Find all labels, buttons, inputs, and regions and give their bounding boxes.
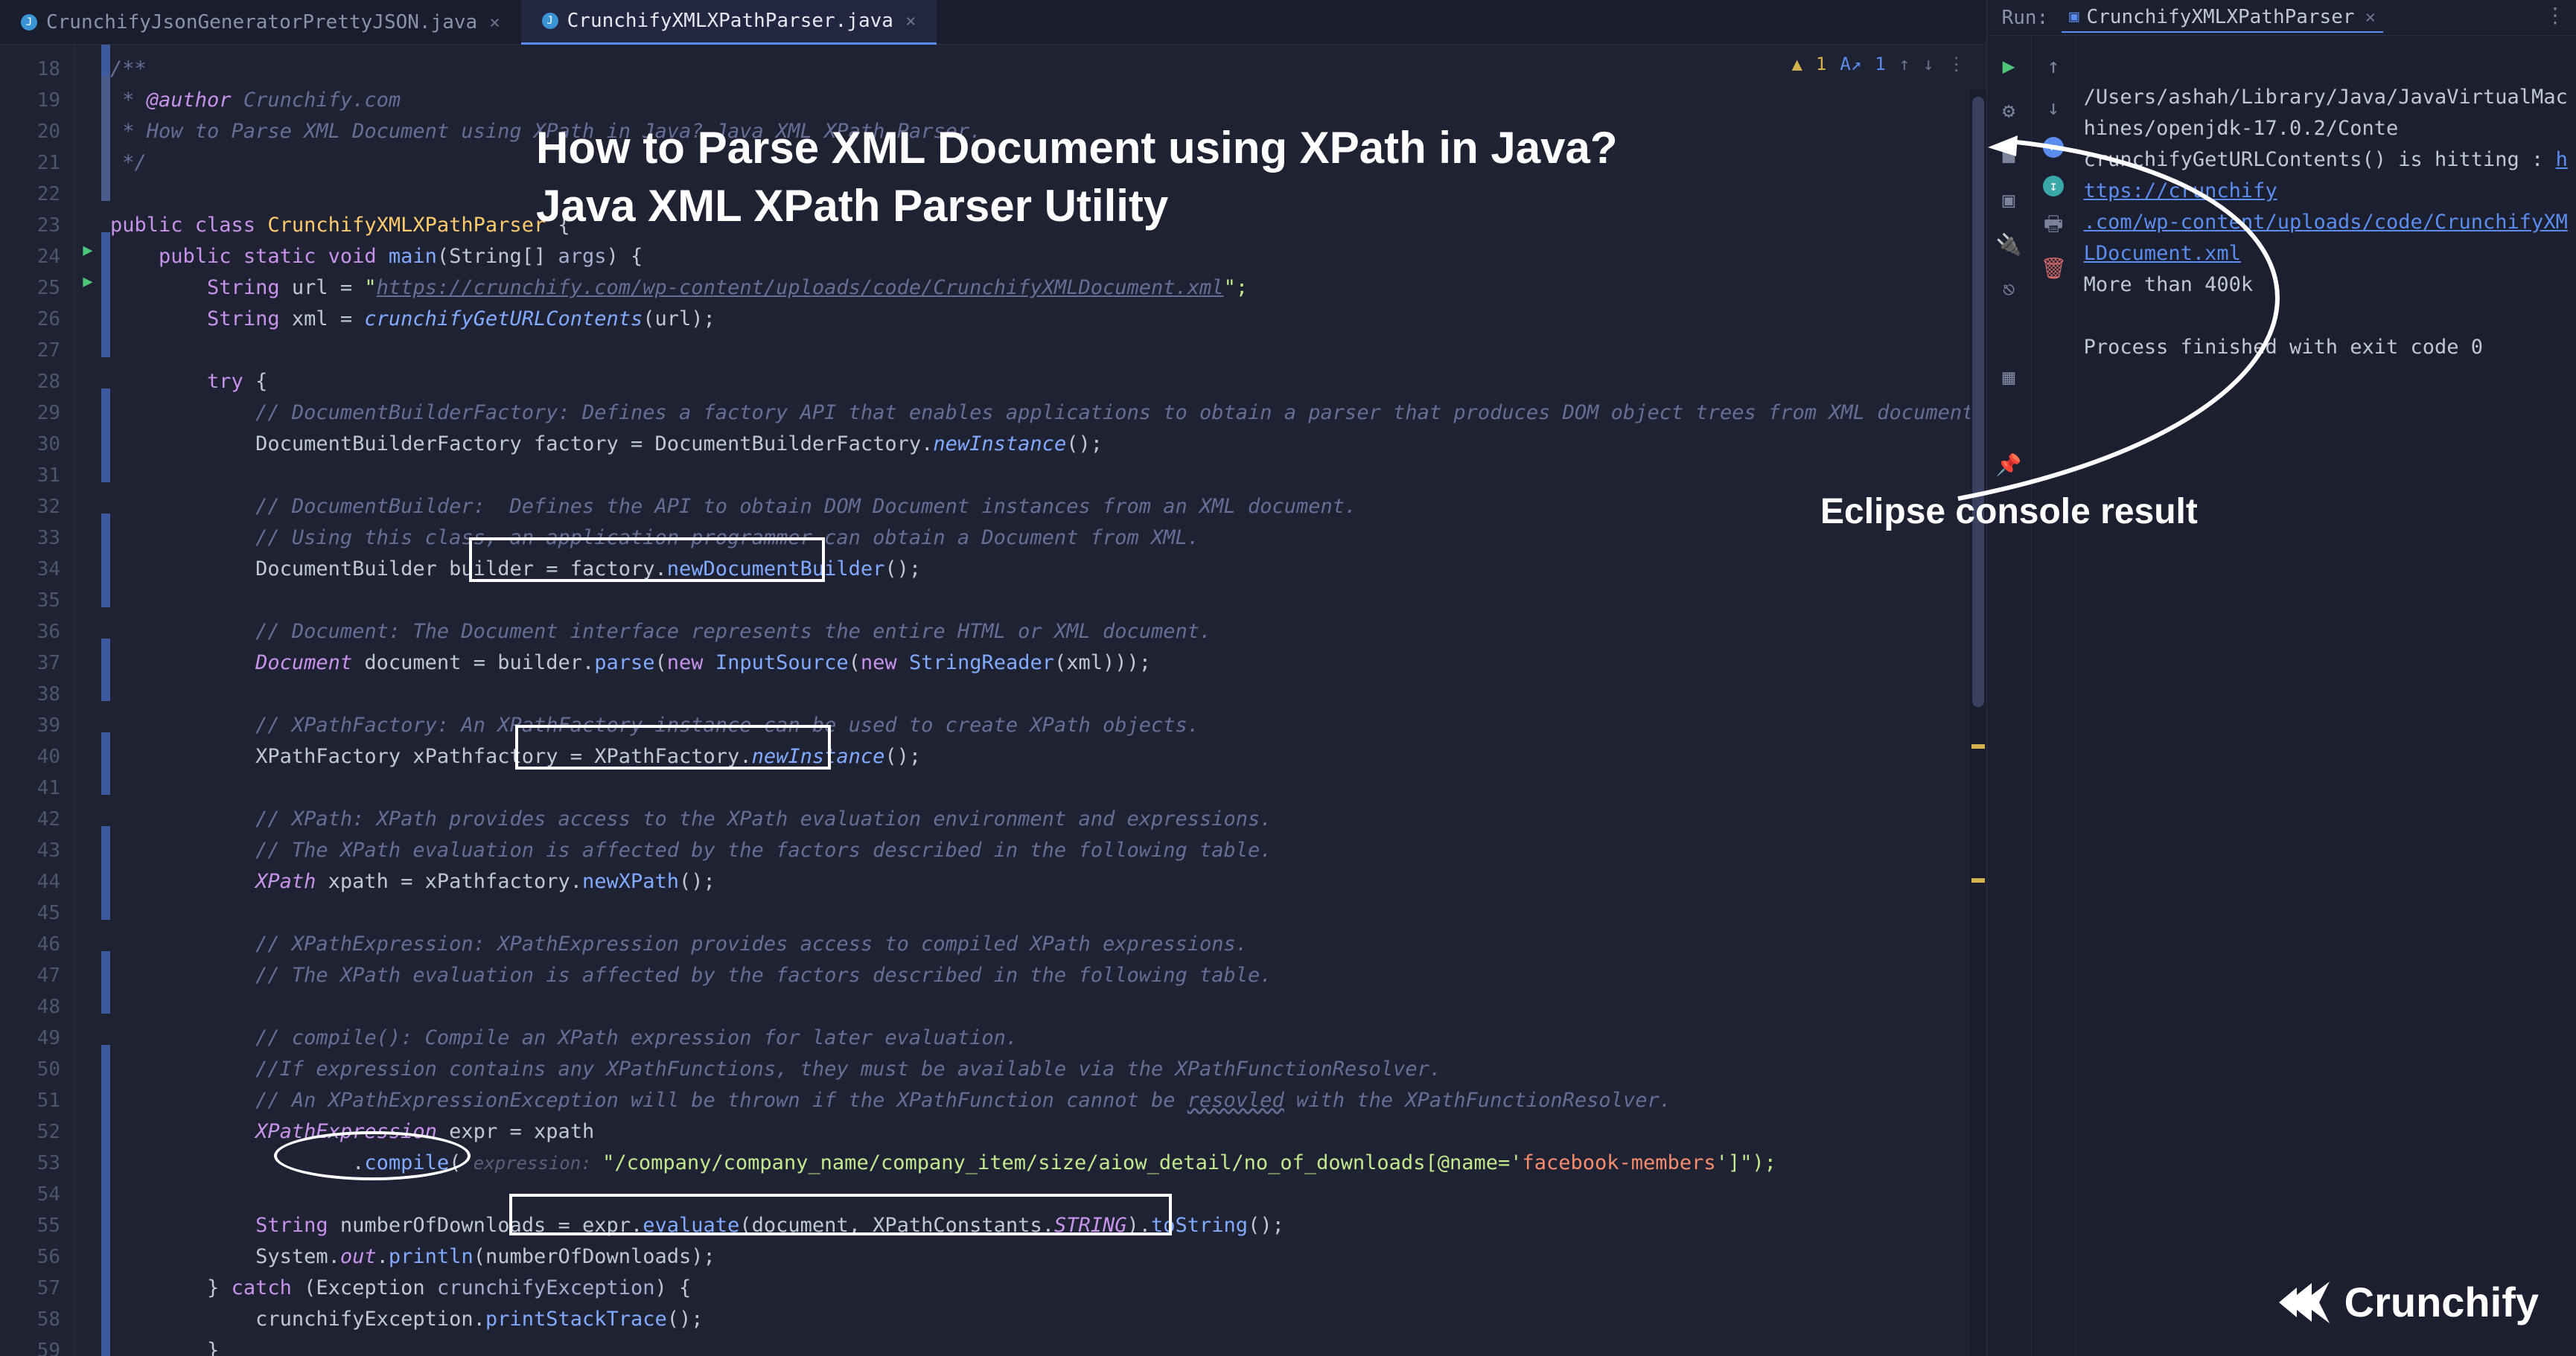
console-link[interactable]: .com/wp-content/uploads/code/CrunchifyXM… xyxy=(2084,211,2568,265)
tab-xpath-parser[interactable]: J CrunchifyXMLXPathParser.java × xyxy=(521,0,937,45)
hint-icon: A↗ xyxy=(1840,54,1861,74)
nav-up-icon[interactable]: ↑ xyxy=(1899,54,1910,74)
trash-icon[interactable]: 🗑 xyxy=(2041,256,2065,280)
print-icon[interactable]: 🖶 xyxy=(2041,214,2065,238)
tab-label: CrunchifyXMLXPathParser.java xyxy=(567,10,893,32)
code-area[interactable]: /** * @author Crunchify.com * How to Par… xyxy=(110,45,1986,1356)
close-icon[interactable]: × xyxy=(489,12,500,33)
scroll-end-icon[interactable]: ↧ xyxy=(2043,176,2064,196)
more-icon[interactable]: ⋮ xyxy=(1948,54,1966,74)
close-icon[interactable]: × xyxy=(905,10,916,31)
gear-icon[interactable]: ⚙ xyxy=(1997,98,2021,122)
run-left-rail: ▶ ⚙ ■ ▣ 🔌 ⎋ ▦ 📌 xyxy=(1987,36,2032,1356)
line-number-gutter: 1819202122232425262728293031323334353637… xyxy=(0,45,74,1356)
tab-label: CrunchifyJsonGeneratorPrettyJSON.java xyxy=(46,11,477,33)
console-result: More than 400k xyxy=(2084,273,2254,296)
arrow-up-icon[interactable]: ↑ xyxy=(2041,54,2065,77)
plug-icon[interactable]: 🔌 xyxy=(1997,232,2021,256)
layout-icon[interactable]: ▦ xyxy=(1997,365,2021,388)
run-header: Run: ▣ CrunchifyXMLXPathParser × ⋮ xyxy=(1987,0,2576,36)
editor-inspection-widget[interactable]: ▲1 A↗1 ↑ ↓ ⋮ xyxy=(1791,54,1965,74)
marker-gutter xyxy=(101,45,110,1356)
tab-json-generator[interactable]: J CrunchifyJsonGeneratorPrettyJSON.java … xyxy=(0,0,521,45)
console-exit: Process finished with exit code 0 xyxy=(2084,336,2483,359)
close-icon[interactable]: × xyxy=(2365,7,2376,28)
nav-down-icon[interactable]: ↓ xyxy=(1923,54,1933,74)
rerun-icon[interactable]: ▶ xyxy=(1997,54,2021,77)
fold-gutter: ▶▶ xyxy=(74,45,101,1356)
console-line: /Users/ashah/Library/Java/JavaVirtualMac… xyxy=(2084,86,2568,140)
editor-tabs: J CrunchifyJsonGeneratorPrettyJSON.java … xyxy=(0,0,1986,45)
editor-body: 1819202122232425262728293031323334353637… xyxy=(0,45,1986,1356)
vertical-scrollbar[interactable] xyxy=(1970,89,1986,1356)
java-file-icon: J xyxy=(21,14,37,31)
more-icon[interactable]: ⋮ xyxy=(2545,3,2566,28)
scroll-marker xyxy=(1971,878,1985,883)
run-tool-window: Run: ▣ CrunchifyXMLXPathParser × ⋮ ▶ ⚙ ■… xyxy=(1986,0,2576,1356)
run-label: Run: xyxy=(2002,7,2049,29)
console-output[interactable]: /Users/ashah/Library/Java/JavaVirtualMac… xyxy=(2076,36,2576,1356)
stop-icon[interactable]: ■ xyxy=(1997,143,2021,167)
warning-icon: ▲ xyxy=(1791,54,1802,74)
run-config-tab[interactable]: ▣ CrunchifyXMLXPathParser × xyxy=(2062,3,2383,33)
java-file-icon: J xyxy=(542,13,558,29)
exit-icon[interactable]: ⎋ xyxy=(1997,277,2021,301)
run-config-name: CrunchifyXMLXPathParser xyxy=(2086,6,2354,28)
application-icon: ▣ xyxy=(2069,7,2079,26)
console-line: crunchifyGetURLContents() is hitting : xyxy=(2084,148,2556,171)
run-mid-rail: ↑ ↓ ↩ ↧ 🖶 🗑 xyxy=(2032,36,2076,1356)
camera-icon[interactable]: ▣ xyxy=(1997,188,2021,211)
arrow-down-icon[interactable]: ↓ xyxy=(2041,95,2065,119)
wrap-icon[interactable]: ↩ xyxy=(2043,137,2064,158)
scrollbar-thumb[interactable] xyxy=(1972,97,1984,707)
editor-pane: J CrunchifyJsonGeneratorPrettyJSON.java … xyxy=(0,0,1986,1356)
scroll-marker xyxy=(1971,744,1985,749)
pin-icon[interactable]: 📌 xyxy=(1997,452,2021,476)
